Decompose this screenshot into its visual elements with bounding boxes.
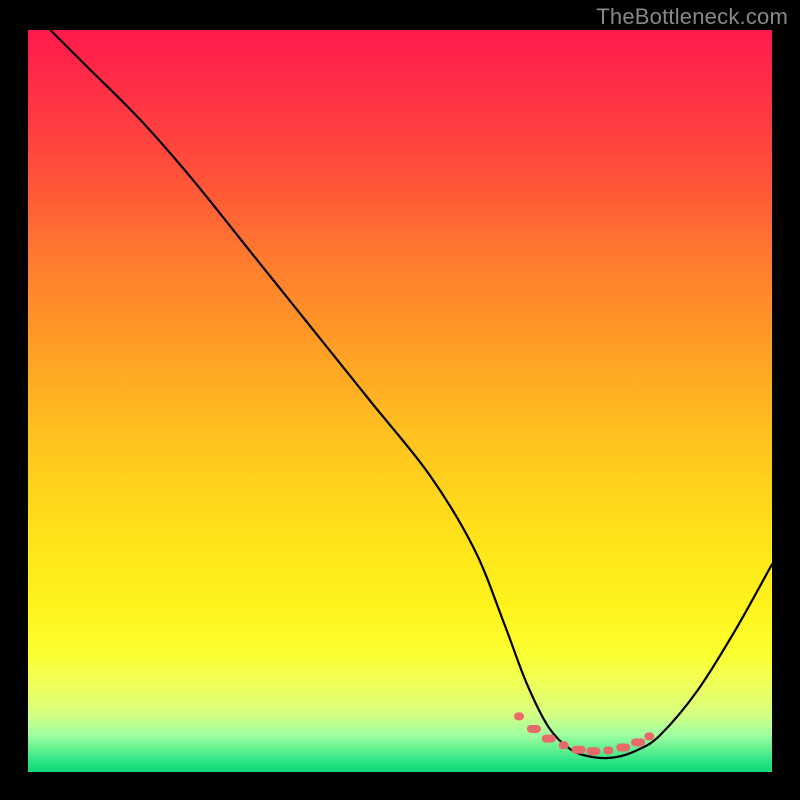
marker-dot	[559, 741, 569, 749]
marker-dot	[542, 735, 556, 743]
marker-dot	[603, 746, 613, 754]
marker-dot	[586, 747, 600, 755]
marker-dot	[616, 744, 630, 752]
watermark-text: TheBottleneck.com	[596, 4, 788, 30]
marker-dot	[572, 746, 586, 754]
marker-dot	[514, 712, 524, 720]
curve-layer	[28, 30, 772, 772]
marker-dot	[644, 732, 654, 740]
marker-dot	[631, 738, 645, 746]
marker-dot	[527, 725, 541, 733]
sweet-spot-markers	[514, 712, 654, 755]
chart-container: TheBottleneck.com	[0, 0, 800, 800]
bottleneck-curve	[50, 30, 772, 758]
plot-area	[28, 30, 772, 772]
